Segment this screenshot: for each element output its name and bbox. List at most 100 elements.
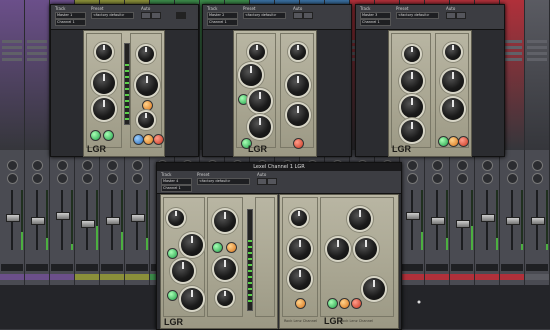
dyn-knob[interactable] <box>445 44 461 60</box>
volume-fader[interactable] <box>506 217 520 225</box>
dyn-knob[interactable] <box>287 74 309 96</box>
track-name[interactable] <box>526 264 548 271</box>
dyn-knob[interactable] <box>289 238 311 260</box>
volume-fader[interactable] <box>531 217 545 225</box>
orange-led-button[interactable] <box>142 100 153 111</box>
eq-knob[interactable] <box>401 120 423 142</box>
insert-slot[interactable] <box>27 46 47 49</box>
pan-knob[interactable] <box>82 173 93 184</box>
comp-knob[interactable] <box>327 238 349 260</box>
red-led-button[interactable] <box>293 138 304 149</box>
pan-knob[interactable] <box>482 173 493 184</box>
volume-fader[interactable] <box>106 217 120 225</box>
insert-slot[interactable] <box>2 58 22 61</box>
volume-fader[interactable] <box>481 214 495 223</box>
eq-knob[interactable] <box>168 210 184 226</box>
green-led-button[interactable] <box>90 130 101 141</box>
eq-knob[interactable] <box>96 44 112 60</box>
track-name[interactable] <box>1 264 23 271</box>
green-led-button[interactable] <box>103 130 114 141</box>
volume-fader[interactable] <box>406 211 420 220</box>
bypass-button[interactable] <box>446 12 456 19</box>
red-led-button[interactable] <box>153 134 164 145</box>
red-led-button[interactable] <box>458 136 469 147</box>
insert-selector[interactable]: Channel 1 <box>161 185 192 192</box>
pan-knob[interactable] <box>132 160 143 171</box>
insert-slot[interactable] <box>502 40 522 43</box>
volume-fader[interactable] <box>431 217 445 225</box>
plugin-window-2[interactable]: Track Preset Auto Master 2 <factory defa… <box>202 4 352 157</box>
dyn-knob[interactable] <box>442 70 464 92</box>
volume-fader[interactable] <box>6 214 20 223</box>
insert-selector[interactable]: Channel 1 <box>360 19 391 26</box>
dyn-knob[interactable] <box>289 268 311 290</box>
green-led-button[interactable] <box>327 298 338 309</box>
dyn-knob[interactable] <box>138 46 154 62</box>
compare-button[interactable] <box>303 12 313 19</box>
volume-fader[interactable] <box>131 214 145 223</box>
pan-knob[interactable] <box>482 160 493 171</box>
track-selector[interactable]: Master 4 <box>161 178 192 185</box>
volume-fader[interactable] <box>31 217 45 225</box>
dyn-knob[interactable] <box>136 74 158 96</box>
preset-selector[interactable]: <factory default> <box>197 178 250 185</box>
mixer-channel-strip[interactable] <box>0 0 25 329</box>
insert-slot[interactable] <box>2 52 22 55</box>
pan-knob[interactable] <box>432 160 443 171</box>
pan-knob[interactable] <box>57 173 68 184</box>
eq-knob[interactable] <box>404 46 420 62</box>
insert-slot[interactable] <box>502 52 522 55</box>
pan-knob[interactable] <box>32 173 43 184</box>
track-name[interactable] <box>426 264 448 271</box>
insert-slot[interactable] <box>502 58 522 61</box>
track-name[interactable] <box>51 264 73 271</box>
pan-knob[interactable] <box>32 160 43 171</box>
eq-knob[interactable] <box>93 98 115 120</box>
dyn-knob[interactable] <box>442 98 464 120</box>
eq-knob[interactable] <box>249 44 265 60</box>
orange-led-button[interactable] <box>339 298 350 309</box>
pan-knob[interactable] <box>407 160 418 171</box>
filter-knob[interactable] <box>214 210 236 232</box>
track-name[interactable] <box>476 264 498 271</box>
volume-fader[interactable] <box>56 211 70 220</box>
preset-selector[interactable]: <factory default> <box>396 12 439 19</box>
insert-slot[interactable] <box>527 46 547 49</box>
insert-slot[interactable] <box>27 52 47 55</box>
bypass-button[interactable] <box>293 12 303 19</box>
eq-knob[interactable] <box>401 70 423 92</box>
pan-knob[interactable] <box>532 173 543 184</box>
pan-knob[interactable] <box>507 173 518 184</box>
track-name[interactable] <box>76 264 98 271</box>
pan-knob[interactable] <box>107 160 118 171</box>
comp-knob[interactable] <box>363 278 385 300</box>
filter-knob[interactable] <box>214 258 236 280</box>
pan-knob[interactable] <box>57 160 68 171</box>
orange-led-button[interactable] <box>295 298 306 309</box>
insert-slot[interactable] <box>527 40 547 43</box>
track-name[interactable] <box>501 264 523 271</box>
insert-slot[interactable] <box>2 40 22 43</box>
red-led-button[interactable] <box>351 298 362 309</box>
pan-knob[interactable] <box>82 160 93 171</box>
compare-button[interactable] <box>151 12 161 19</box>
plugin-window-1[interactable]: Track Preset Auto Master 1 <factory defa… <box>50 4 199 157</box>
bypass-button[interactable] <box>257 178 267 185</box>
pan-knob[interactable] <box>432 173 443 184</box>
insert-slot[interactable] <box>527 52 547 55</box>
dyn-knob[interactable] <box>138 112 154 128</box>
pan-knob[interactable] <box>7 173 18 184</box>
mixer-channel-strip[interactable] <box>25 0 50 329</box>
pan-knob[interactable] <box>7 160 18 171</box>
dyn-knob[interactable] <box>291 210 307 226</box>
track-name[interactable] <box>126 264 148 271</box>
pan-knob[interactable] <box>457 160 468 171</box>
track-name[interactable] <box>101 264 123 271</box>
preset-selector[interactable]: <factory default> <box>243 12 286 19</box>
plugin-window-3[interactable]: Track Preset Auto Master 3 <factory defa… <box>355 4 505 157</box>
eq-knob[interactable] <box>401 96 423 118</box>
orange-led-button[interactable] <box>226 242 237 253</box>
filter-knob[interactable] <box>217 290 233 306</box>
insert-slot[interactable] <box>527 58 547 61</box>
insert-selector[interactable]: Channel 1 <box>55 19 86 26</box>
